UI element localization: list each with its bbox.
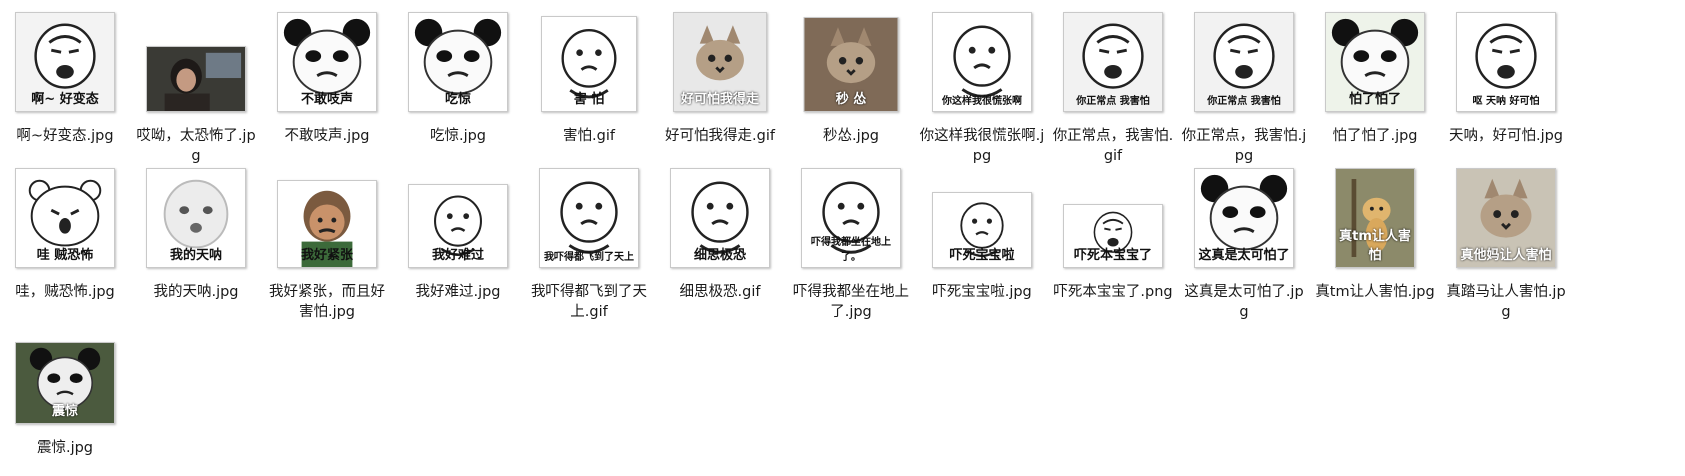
file-item[interactable]: 吓得我都坐在地上了。吓得我都坐在地上了.jpg <box>782 160 920 320</box>
thumbnail-caption-text: 吓得我都坐在地上了。 <box>811 237 891 263</box>
file-name-label: 我吓得都飞到了天上.gif <box>531 284 647 320</box>
thumbnail-caption-text: 你正常点 我害怕 <box>1207 96 1281 107</box>
file-item[interactable]: 你正常点 我害怕 你正常点，我害怕.jpg <box>1175 4 1313 164</box>
file-thumbnail[interactable] <box>146 46 246 112</box>
thumbnail-caption-text: 这真是太可怕了 <box>1198 248 1290 263</box>
thumbnail-caption-text: 你正常点 我害怕 <box>1076 96 1150 107</box>
file-thumbnail[interactable]: 秒 怂 <box>803 17 899 112</box>
file-name-label: 怕了怕了.jpg <box>1332 128 1418 144</box>
file-item[interactable]: 害 怕害怕.gif <box>520 4 658 164</box>
file-thumbnail[interactable]: 震惊 <box>15 342 115 424</box>
file-name-label: 天呐，好可怕.jpg <box>1448 128 1564 144</box>
file-item[interactable]: 这真是太可怕了这真是太可怕了.jpg <box>1175 160 1313 320</box>
file-item[interactable]: 你这样我很慌张啊 你这样我很慌张啊.jpg <box>913 4 1051 164</box>
file-thumbnail[interactable]: 哇 贼恐怖 <box>15 168 115 268</box>
file-item[interactable]: 我好难过我好难过.jpg <box>389 160 527 320</box>
file-name-label: 秒怂.jpg <box>822 128 880 144</box>
file-item[interactable]: 你正常点 我害怕 你正常点，我害怕.gif <box>1044 4 1182 164</box>
thumbnail-caption-text: 好可怕我得走 <box>680 92 759 107</box>
file-thumbnail[interactable]: 害 怕 <box>541 16 637 112</box>
file-thumbnail[interactable]: 真tm让人害怕 <box>1335 168 1415 268</box>
file-item[interactable]: 吓死宝宝啦吓死宝宝啦.jpg <box>913 160 1051 320</box>
file-item[interactable]: 好可怕我得走好可怕我得走.gif <box>651 4 789 164</box>
file-item[interactable]: 真tm让人害怕真tm让人害怕.jpg <box>1306 160 1444 320</box>
thumbnail-caption-text: 秒 怂 <box>835 92 867 107</box>
file-thumbnail[interactable]: 呕 天呐 好可怕 <box>1456 12 1556 112</box>
file-item[interactable]: 吃惊吃惊.jpg <box>389 4 527 164</box>
file-name-label: 吃惊.jpg <box>429 128 487 144</box>
thumbnail-caption-text: 吓死宝宝啦 <box>949 248 1015 263</box>
file-name-label: 震惊.jpg <box>36 440 94 456</box>
file-item[interactable]: 震惊震惊.jpg <box>0 316 134 476</box>
file-name-label: 不敢吱声.jpg <box>284 128 370 144</box>
file-name-label: 害怕.gif <box>563 128 615 144</box>
file-item[interactable]: 哎呦，太恐怖了.jpg <box>127 4 265 164</box>
file-thumbnail[interactable]: 吃惊 <box>408 12 508 112</box>
file-name-label: 哇，贼恐怖.jpg <box>15 284 115 300</box>
thumbnail-caption-text: 细思极恐 <box>693 248 746 263</box>
file-item[interactable]: 怕了怕了怕了怕了.jpg <box>1306 4 1444 164</box>
file-item[interactable]: 吓死本宝宝了吓死本宝宝了.png <box>1044 160 1182 320</box>
thumbnail-caption-text: 啊~ 好变态 <box>31 92 99 107</box>
thumbnail-caption-text: 吃惊 <box>444 92 471 107</box>
file-thumbnail[interactable]: 好可怕我得走 <box>673 12 767 112</box>
file-name-label: 我好紧张，而且好害怕.jpg <box>269 284 385 320</box>
thumbnail-caption-text: 震惊 <box>51 404 78 419</box>
file-name-label: 啊~好变态.jpg <box>16 128 114 144</box>
file-thumbnail[interactable]: 你正常点 我害怕 <box>1063 12 1163 112</box>
file-item[interactable]: 哇 贼恐怖哇，贼恐怖.jpg <box>0 160 134 320</box>
thumbnail-caption-text: 我好难过 <box>431 248 484 263</box>
file-thumbnail[interactable]: 我好难过 <box>408 184 508 268</box>
thumbnail-caption-text: 我的天呐 <box>169 248 222 263</box>
file-item[interactable]: 我的天呐我的天呐.jpg <box>127 160 265 320</box>
file-item[interactable]: 我吓得都飞到了天上我吓得都飞到了天上.gif <box>520 160 658 320</box>
file-thumbnail[interactable]: 我的天呐 <box>146 168 246 268</box>
file-thumbnail[interactable]: 你这样我很慌张啊 <box>932 12 1032 112</box>
file-item[interactable]: 啊~ 好变态 啊~好变态.jpg <box>0 4 134 164</box>
thumbnail-caption-text: 你这样我很慌张啊 <box>942 96 1022 107</box>
file-item[interactable]: 细思极恐细思极恐.gif <box>651 160 789 320</box>
file-name-label: 细思极恐.gif <box>679 284 761 300</box>
file-name-label: 真tm让人害怕.jpg <box>1315 284 1435 300</box>
thumbnail-caption-text: 吓死本宝宝了 <box>1073 248 1152 263</box>
file-thumbnail[interactable]: 吓得我都坐在地上了。 <box>801 168 901 268</box>
file-thumbnail[interactable]: 不敢吱声 <box>277 12 377 112</box>
file-item[interactable]: 真他妈让人害怕真踏马让人害怕.jpg <box>1437 160 1575 320</box>
file-name-label: 我的天呐.jpg <box>153 284 239 300</box>
file-name-label: 吓死本宝宝了.png <box>1053 284 1173 300</box>
file-name-label: 好可怕我得走.gif <box>665 128 775 144</box>
file-thumbnail[interactable]: 啊~ 好变态 <box>15 12 115 112</box>
thumbnail-caption-text: 我吓得都飞到了天上 <box>544 252 634 263</box>
file-name-label: 吓得我都坐在地上了.jpg <box>793 284 909 320</box>
file-thumbnail[interactable]: 怕了怕了 <box>1325 12 1425 112</box>
file-thumbnail[interactable]: 吓死本宝宝了 <box>1063 204 1163 268</box>
file-name-label: 吓死宝宝啦.jpg <box>932 284 1032 300</box>
thumbnail-caption-text: 真tm让人害怕 <box>1339 229 1411 263</box>
file-thumbnail[interactable]: 你正常点 我害怕 <box>1194 12 1294 112</box>
thumbnail-caption-text: 呕 天呐 好可怕 <box>1472 96 1540 107</box>
file-thumbnail[interactable]: 真他妈让人害怕 <box>1456 168 1556 268</box>
file-thumbnail[interactable]: 细思极恐 <box>670 168 770 268</box>
file-thumbnail[interactable]: 这真是太可怕了 <box>1194 168 1294 268</box>
file-thumbnail[interactable]: 我好紧张 <box>277 180 377 268</box>
file-name-label: 真踏马让人害怕.jpg <box>1446 284 1566 320</box>
thumbnail-caption-text: 不敢吱声 <box>300 92 353 107</box>
file-item[interactable]: 呕 天呐 好可怕天呐，好可怕.jpg <box>1437 4 1575 164</box>
file-name-label: 我好难过.jpg <box>415 284 501 300</box>
thumbnail-caption-text: 哇 贼恐怖 <box>36 248 94 263</box>
file-thumbnail[interactable]: 吓死宝宝啦 <box>932 192 1032 268</box>
file-item[interactable]: 不敢吱声不敢吱声.jpg <box>258 4 396 164</box>
file-item[interactable]: 我好紧张我好紧张，而且好害怕.jpg <box>258 160 396 320</box>
thumbnail-caption-text: 害 怕 <box>573 92 605 107</box>
thumbnail-caption-text: 怕了怕了 <box>1348 92 1401 107</box>
thumbnail-caption-text: 真他妈让人害怕 <box>1460 248 1552 263</box>
file-item[interactable]: 秒 怂秒怂.jpg <box>782 4 920 164</box>
file-thumbnail[interactable]: 我吓得都飞到了天上 <box>539 168 639 268</box>
file-name-label: 这真是太可怕了.jpg <box>1184 284 1304 320</box>
file-icon-grid: 啊~ 好变态 啊~好变态.jpg 哎呦，太恐怖了.jpg 不敢吱声 不敢吱声.jpg 吃惊… <box>0 0 1685 473</box>
thumbnail-caption-text: 我好紧张 <box>300 248 353 263</box>
